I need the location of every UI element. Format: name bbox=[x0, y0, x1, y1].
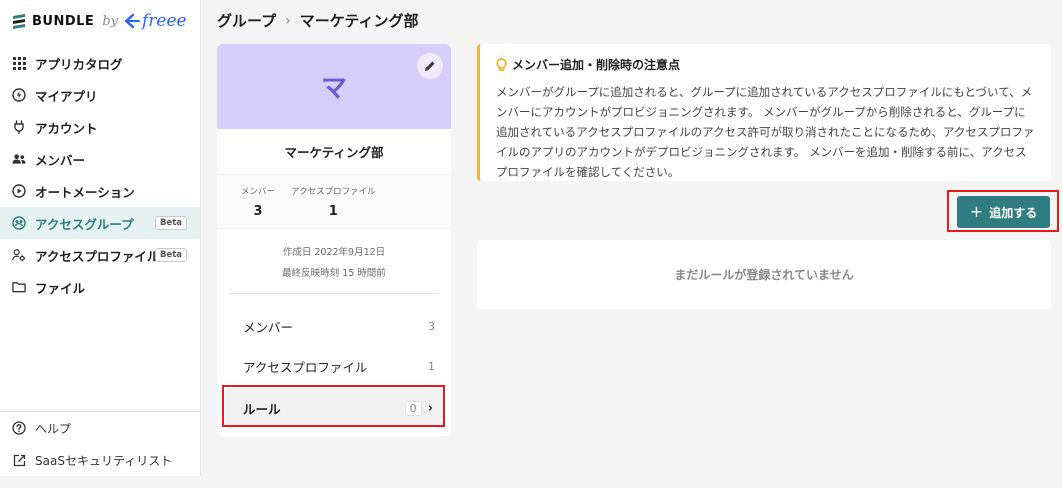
tab-label: アクセスプロファイル bbox=[243, 359, 368, 375]
sidebar-item-members[interactable]: メンバー bbox=[0, 143, 200, 175]
sidebar-item-files[interactable]: ファイル bbox=[0, 271, 200, 303]
sidebar-item-label: マイアプリ bbox=[35, 88, 98, 104]
user-settings-icon bbox=[12, 248, 26, 262]
created-date: 作成日 2022年9月12日 bbox=[282, 246, 386, 258]
help-icon bbox=[12, 421, 26, 435]
group-icon bbox=[12, 216, 26, 230]
sidebar-item-label: オートメーション bbox=[35, 184, 135, 200]
freee-arrow-icon bbox=[124, 13, 140, 29]
notice-panel: メンバー追加・削除時の注意点 メンバーがグループに追加されると、グループに追加さ… bbox=[477, 44, 1051, 181]
empty-message: まだルールが登録されていません bbox=[674, 268, 854, 282]
sidebar-item-label: SaaSセキュリティリスト bbox=[35, 453, 173, 468]
sidebar-item-access-groups[interactable]: アクセスグループ Beta bbox=[0, 207, 200, 239]
stat-label: メンバー bbox=[241, 186, 276, 197]
notice-title-text: メンバー追加・削除時の注意点 bbox=[512, 58, 681, 72]
tab-rules[interactable]: ルール 0 › bbox=[225, 388, 443, 428]
beta-badge: Beta bbox=[154, 248, 187, 262]
stat-label: アクセスプロファイル bbox=[291, 186, 376, 197]
bolt-circle-icon bbox=[12, 88, 26, 102]
stat-access-profiles: アクセスプロファイル 1 bbox=[291, 175, 376, 228]
group-tabs: メンバー 3 アクセスプロファイル 1 ルール 0 › bbox=[217, 294, 451, 428]
sidebar-item-access-profiles[interactable]: アクセスプロファイル Beta bbox=[0, 239, 200, 271]
sidebar-item-saas-security-list[interactable]: SaaSセキュリティリスト bbox=[0, 444, 200, 476]
stat-members: メンバー 3 bbox=[241, 175, 275, 228]
beta-badge: Beta bbox=[154, 216, 187, 230]
sidebar-item-app-catalog[interactable]: アプリカタログ bbox=[0, 47, 200, 79]
add-button-label: 追加する bbox=[989, 205, 1038, 220]
sidebar-item-help[interactable]: ヘルプ bbox=[0, 412, 200, 444]
sidebar: BUNDLE by freee アプリカタログ マイアプリ アカウント メンバー… bbox=[0, 0, 201, 476]
group-avatar-initial: マ bbox=[320, 74, 347, 104]
breadcrumb: グループ › マーケティング部 bbox=[217, 10, 419, 31]
play-circle-icon bbox=[12, 184, 26, 198]
tab-count: 0 bbox=[404, 400, 422, 416]
breadcrumb-groups-link[interactable]: グループ bbox=[217, 10, 276, 31]
add-rule-button[interactable]: + 追加する bbox=[957, 196, 1050, 228]
plus-icon: + bbox=[969, 202, 984, 221]
freee-text: freee bbox=[141, 11, 187, 31]
tab-label: メンバー bbox=[243, 319, 294, 335]
stat-value: 3 bbox=[253, 203, 263, 219]
edit-group-button[interactable] bbox=[417, 53, 443, 79]
external-link-icon bbox=[12, 453, 26, 467]
group-banner: マ bbox=[217, 44, 451, 129]
sidebar-footer: ヘルプ SaaSセキュリティリスト bbox=[0, 411, 200, 476]
tab-access-profiles[interactable]: アクセスプロファイル 1 bbox=[223, 346, 445, 386]
sidebar-item-label: アプリカタログ bbox=[35, 56, 123, 72]
tab-label: ルール bbox=[243, 401, 281, 417]
notice-body: メンバーがグループに追加されると、グループに追加されているアクセスプロファイルに… bbox=[496, 85, 1035, 179]
tab-count: 1 bbox=[428, 359, 435, 373]
stat-value: 1 bbox=[328, 203, 338, 219]
group-card: マ マーケティング部 メンバー 3 アクセスプロファイル 1 作成日 2022年… bbox=[217, 44, 451, 436]
lightbulb-icon bbox=[496, 57, 508, 72]
group-meta: 作成日 2022年9月12日 最終反映時刻 15 時間前 bbox=[217, 229, 451, 293]
folder-icon bbox=[12, 280, 26, 294]
sidebar-item-label: ヘルプ bbox=[35, 421, 72, 436]
freee-logo: freee bbox=[124, 11, 187, 31]
breadcrumb-separator: › bbox=[285, 12, 291, 29]
grid-icon bbox=[12, 56, 26, 70]
pencil-icon bbox=[425, 61, 435, 71]
users-icon bbox=[12, 152, 26, 166]
sidebar-item-automation[interactable]: オートメーション bbox=[0, 175, 200, 207]
group-stats: メンバー 3 アクセスプロファイル 1 bbox=[217, 175, 451, 229]
sidebar-item-accounts[interactable]: アカウント bbox=[0, 111, 200, 143]
bundle-logo-icon bbox=[13, 14, 25, 29]
logo-bundle-text: BUNDLE bbox=[32, 13, 95, 29]
sidebar-item-label: アクセスグループ bbox=[35, 216, 134, 232]
sidebar-item-my-apps[interactable]: マイアプリ bbox=[0, 79, 200, 111]
rules-empty-state: まだルールが登録されていません bbox=[477, 240, 1051, 309]
sidebar-nav: アプリカタログ マイアプリ アカウント メンバー オートメーション アクセスグル… bbox=[0, 47, 200, 303]
notice-title: メンバー追加・削除時の注意点 bbox=[496, 56, 1035, 73]
tab-count: 3 bbox=[428, 319, 435, 333]
group-name: マーケティング部 bbox=[217, 129, 451, 175]
sidebar-item-label: アクセスプロファイル bbox=[35, 248, 160, 264]
logo-by-text: by bbox=[102, 13, 118, 29]
sidebar-item-label: メンバー bbox=[35, 152, 86, 168]
plug-icon bbox=[12, 120, 26, 134]
page-title: マーケティング部 bbox=[299, 12, 419, 30]
chevron-right-icon: › bbox=[427, 400, 433, 416]
last-reflected-time: 最終反映時刻 15 時間前 bbox=[282, 267, 386, 279]
sidebar-item-label: アカウント bbox=[35, 120, 98, 136]
tab-members[interactable]: メンバー 3 bbox=[223, 306, 445, 346]
sidebar-item-label: ファイル bbox=[35, 280, 86, 296]
bundle-logo[interactable]: BUNDLE by freee bbox=[12, 9, 187, 33]
